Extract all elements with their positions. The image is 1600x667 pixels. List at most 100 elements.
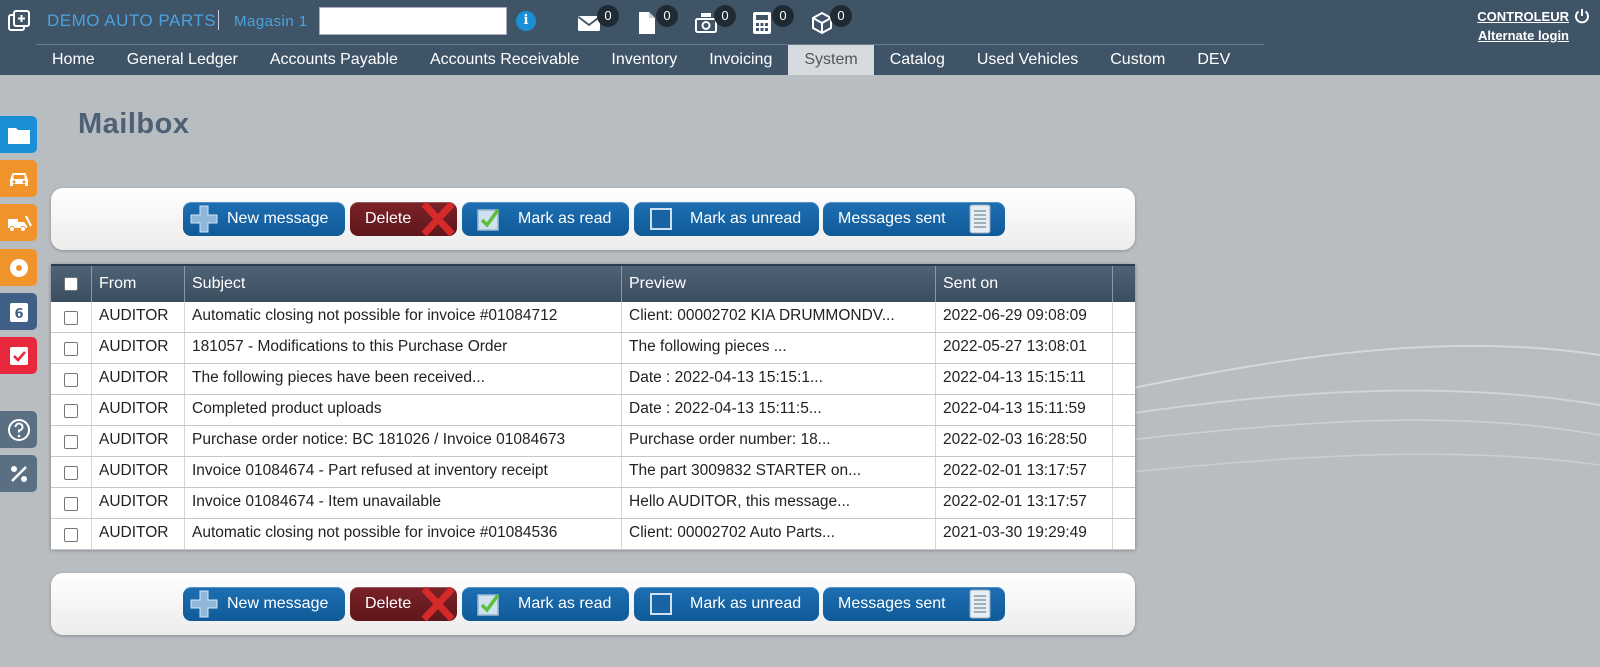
column-preview[interactable]: Preview	[622, 266, 936, 302]
document-count-badge: 0	[656, 5, 678, 27]
cell-subject: Invoice 01084674 - Part refused at inven…	[185, 457, 622, 487]
list-icon	[969, 589, 991, 619]
row-checkbox[interactable]	[64, 342, 78, 356]
rail-tasks-button[interactable]	[0, 337, 37, 374]
column-subject[interactable]: Subject	[185, 266, 622, 302]
cell-from: AUDITOR	[92, 302, 185, 332]
nav-home[interactable]: Home	[36, 45, 111, 75]
delete-button[interactable]: Delete	[350, 202, 457, 236]
cash-counter[interactable]: 0	[694, 5, 736, 41]
cell-preview: Date : 2022-04-13 15:15:1...	[622, 364, 936, 394]
mark-as-read-button[interactable]: Mark as read	[462, 202, 629, 236]
table-row[interactable]: AUDITOR Purchase order notice: BC 181026 …	[51, 426, 1135, 457]
mark-as-unread-button-bottom[interactable]: Mark as unread	[634, 587, 819, 621]
checkbox-icon	[9, 346, 28, 365]
cell-preview: Hello AUDITOR, this message...	[622, 488, 936, 518]
calculator-counter[interactable]: 0	[752, 5, 794, 41]
row-spacer	[1113, 395, 1135, 425]
rail-tow-truck-button[interactable]	[0, 204, 37, 241]
cell-sent: 2022-04-13 15:15:11	[936, 364, 1113, 394]
row-checkbox[interactable]	[64, 528, 78, 542]
store-label: Magasin 1	[234, 13, 308, 30]
messages-sent-label: Messages sent	[838, 210, 946, 227]
mail-counter[interactable]: 0	[577, 5, 619, 41]
cell-subject: The following pieces have been received.…	[185, 364, 622, 394]
row-checkbox[interactable]	[64, 311, 78, 325]
new-window-icon[interactable]	[8, 10, 30, 32]
delete-button-bottom[interactable]: Delete	[350, 587, 457, 621]
table-row[interactable]: AUDITOR Invoice 01084674 - Part refused a…	[51, 457, 1135, 488]
rail-calendar-button[interactable]: 6	[0, 293, 37, 330]
row-checkbox[interactable]	[64, 435, 78, 449]
new-message-button[interactable]: New message	[183, 202, 345, 236]
power-icon[interactable]	[1574, 8, 1590, 24]
nav-accounts-payable[interactable]: Accounts Payable	[254, 45, 414, 75]
messages-sent-button[interactable]: Messages sent	[823, 202, 1005, 236]
row-select-cell	[51, 364, 92, 394]
row-checkbox[interactable]	[64, 497, 78, 511]
row-spacer	[1113, 426, 1135, 456]
cell-from: AUDITOR	[92, 457, 185, 487]
messages-sent-button-bottom[interactable]: Messages sent	[823, 587, 1005, 621]
table-row[interactable]: AUDITOR Completed product uploads Date : 2…	[51, 395, 1135, 426]
mark-as-unread-button[interactable]: Mark as unread	[634, 202, 819, 236]
cell-sent: 2022-06-29 09:08:09	[936, 302, 1113, 332]
document-counter[interactable]: 0	[636, 5, 678, 41]
rail-disc-button[interactable]	[0, 249, 37, 286]
row-select-cell	[51, 302, 92, 332]
row-spacer	[1113, 457, 1135, 487]
package-counter[interactable]: 0	[810, 5, 852, 41]
delete-label: Delete	[365, 595, 412, 612]
checked-box-icon	[477, 208, 500, 231]
calculator-count-badge: 0	[772, 5, 794, 27]
tow-truck-icon	[7, 215, 32, 232]
nav-dev[interactable]: DEV	[1181, 45, 1246, 75]
svg-text:6: 6	[14, 307, 23, 322]
rail-discount-button[interactable]	[0, 455, 37, 492]
nav-general-ledger[interactable]: General Ledger	[111, 45, 254, 75]
info-icon[interactable]: i	[516, 11, 536, 31]
car-icon	[9, 172, 28, 186]
row-checkbox[interactable]	[64, 404, 78, 418]
company-name[interactable]: DEMO AUTO PARTS	[47, 11, 216, 31]
plus-icon	[190, 205, 218, 233]
mark-as-read-button-bottom[interactable]: Mark as read	[462, 587, 629, 621]
empty-box-icon	[650, 593, 672, 615]
new-message-button-bottom[interactable]: New message	[183, 587, 345, 621]
table-row[interactable]: AUDITOR Automatic closing not possible fo…	[51, 302, 1135, 333]
nav-catalog[interactable]: Catalog	[874, 45, 961, 75]
mailbox-table: From Subject Preview Sent on AUDITOR Auto…	[51, 264, 1135, 550]
nav-inventory[interactable]: Inventory	[595, 45, 693, 75]
store-search-input[interactable]	[319, 7, 507, 35]
table-row[interactable]: AUDITOR Automatic closing not possible fo…	[51, 519, 1135, 550]
table-row[interactable]: AUDITOR Invoice 01084674 - Item unavailab…	[51, 488, 1135, 519]
empty-box-icon	[650, 208, 672, 230]
plus-icon	[190, 590, 218, 618]
mark-as-read-label: Mark as read	[518, 210, 612, 227]
select-all-checkbox[interactable]	[64, 277, 78, 291]
list-icon	[969, 204, 991, 234]
alternate-login-link[interactable]: Alternate login	[1478, 28, 1569, 43]
cell-preview: The part 3009832 STARTER on...	[622, 457, 936, 487]
nav-system[interactable]: System	[788, 45, 874, 75]
row-checkbox[interactable]	[64, 373, 78, 387]
cell-from: AUDITOR	[92, 333, 185, 363]
cell-preview: Client: 00002702 Auto Parts...	[622, 519, 936, 549]
nav-used-vehicles[interactable]: Used Vehicles	[961, 45, 1094, 75]
rail-help-button[interactable]	[0, 411, 37, 448]
nav-accounts-receivable[interactable]: Accounts Receivable	[414, 45, 595, 75]
column-from[interactable]: From	[92, 266, 185, 302]
close-icon	[421, 587, 455, 621]
row-checkbox[interactable]	[64, 466, 78, 480]
table-row[interactable]: AUDITOR 181057 - Modifications to this Pu…	[51, 333, 1135, 364]
rail-folder-button[interactable]	[0, 116, 37, 153]
nav-custom[interactable]: Custom	[1094, 45, 1181, 75]
column-sent-on[interactable]: Sent on	[936, 266, 1113, 302]
table-row[interactable]: AUDITOR The following pieces have been re…	[51, 364, 1135, 395]
rail-car-button[interactable]	[0, 160, 37, 197]
nav-invoicing[interactable]: Invoicing	[693, 45, 788, 75]
mark-as-read-label: Mark as read	[518, 595, 612, 612]
cell-from: AUDITOR	[92, 364, 185, 394]
row-select-cell	[51, 457, 92, 487]
user-link[interactable]: CONTROLEUR	[1477, 9, 1569, 24]
